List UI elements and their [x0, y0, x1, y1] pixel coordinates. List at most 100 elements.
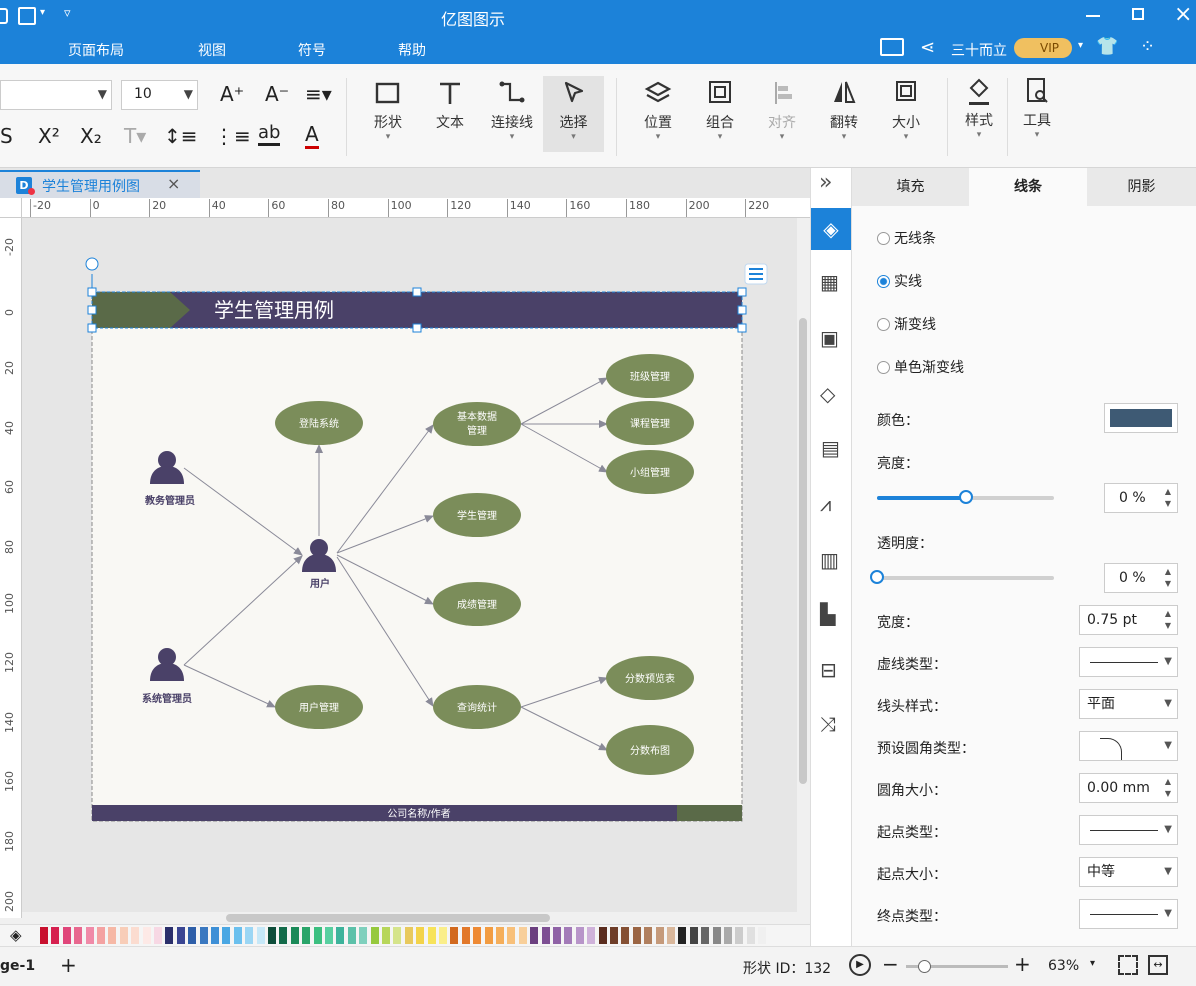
palette-swatch[interactable] [347, 927, 356, 944]
use-case-course[interactable]: 课程管理 [630, 417, 670, 430]
palette-swatch[interactable] [233, 927, 242, 944]
palette-swatch[interactable] [541, 927, 550, 944]
palette-swatch[interactable] [256, 927, 265, 944]
tab-shadow[interactable]: 阴影 [1087, 168, 1196, 206]
float-menu-icon[interactable] [744, 263, 768, 285]
components-icon[interactable]: ▦ [820, 270, 839, 294]
palette-swatch[interactable] [74, 927, 83, 944]
menu-item-page-layout[interactable]: 页面布局 [68, 40, 124, 60]
palette-swatch[interactable] [587, 927, 596, 944]
palette-swatch[interactable] [131, 927, 140, 944]
menu-item-view[interactable]: 视图 [198, 40, 226, 60]
table-icon[interactable]: ▥ [820, 548, 839, 572]
start-size-select[interactable]: 中等 ▼ [1079, 857, 1178, 887]
corner-size-input[interactable]: 0.00 mm ▲ ▼ [1079, 773, 1178, 803]
brightness-slider[interactable] [877, 490, 1054, 504]
fill-style-icon[interactable]: ◈ [811, 208, 851, 250]
palette-swatch[interactable] [598, 927, 607, 944]
palette-swatch[interactable] [450, 927, 459, 944]
zoom-slider[interactable] [906, 960, 1008, 973]
strikethrough-icon[interactable]: S [0, 124, 13, 148]
align-button[interactable]: 对齐 ▾ [757, 78, 807, 142]
subscript-icon[interactable]: X₂ [80, 124, 102, 148]
palette-swatch[interactable] [644, 927, 653, 944]
shuffle-icon[interactable]: ⤨ [820, 712, 836, 736]
apps-icon[interactable]: ⁘ [1140, 36, 1155, 57]
palette-swatch[interactable] [199, 927, 208, 944]
transparency-slider[interactable] [870, 570, 1054, 584]
transparency-handle[interactable] [870, 570, 884, 584]
menu-item-help[interactable]: 帮助 [398, 40, 426, 60]
font-family-select[interactable]: ▼ [0, 80, 112, 110]
palette-swatch[interactable] [416, 927, 425, 944]
end-type-select[interactable]: ▼ [1079, 899, 1178, 929]
fill-bucket-icon[interactable]: ◈ [10, 926, 22, 944]
style-button[interactable]: 样式 ▾ [955, 76, 1003, 140]
palette-swatch[interactable] [621, 927, 630, 944]
tab-fill[interactable]: 填充 [852, 168, 969, 206]
font-size-select[interactable]: 10 ▼ [121, 80, 198, 110]
palette-swatch[interactable] [507, 927, 516, 944]
palette-swatch[interactable] [553, 927, 561, 944]
palette-swatch[interactable] [290, 927, 299, 944]
palette-swatch[interactable] [393, 927, 402, 944]
zoom-out-button[interactable]: − [882, 952, 899, 976]
select-button[interactable]: 选择 ▾ [543, 76, 604, 152]
palette-swatch[interactable] [518, 927, 527, 944]
play-icon[interactable]: ▶ [849, 954, 871, 976]
palette-swatch[interactable] [119, 927, 128, 944]
superscript-icon[interactable]: X² [38, 124, 60, 148]
palette-swatch[interactable] [689, 927, 698, 944]
palette-swatch[interactable] [758, 927, 767, 944]
text-style-icon[interactable]: T▾ [124, 124, 146, 148]
palette-swatch[interactable] [427, 927, 436, 944]
brightness-input[interactable]: 0 % ▲ ▼ [1104, 483, 1178, 513]
image-icon[interactable]: ▣ [820, 326, 839, 350]
use-case-login[interactable]: 登陆系统 [299, 417, 339, 430]
shrink-font-icon[interactable]: A⁻ [265, 82, 289, 106]
add-page-button[interactable]: + [60, 953, 77, 977]
palette-swatch[interactable] [154, 927, 162, 944]
color-palette[interactable]: ◈ [0, 924, 810, 946]
position-button[interactable]: 位置 ▾ [633, 78, 683, 142]
fit-page-icon[interactable] [1118, 955, 1138, 975]
use-case-grade[interactable]: 成绩管理 [457, 598, 497, 611]
share-icon[interactable]: ⋖ [920, 37, 935, 58]
palette-swatch[interactable] [404, 927, 413, 944]
fit-width-icon[interactable]: ↔ [1148, 955, 1168, 975]
radio-gradient-line[interactable]: 渐变线 [877, 314, 936, 334]
palette-swatch[interactable] [142, 927, 151, 944]
font-color-icon[interactable]: A [305, 122, 319, 149]
text-button[interactable]: 文本 [425, 78, 475, 132]
use-case-basic-data[interactable]: 基本数据 [457, 410, 497, 423]
palette-swatch[interactable] [222, 927, 231, 944]
palette-swatch[interactable] [40, 927, 48, 944]
palette-swatch[interactable] [62, 927, 71, 944]
palette-swatch[interactable] [712, 927, 721, 944]
palette-swatch[interactable] [735, 927, 744, 944]
vip-badge[interactable]: VIP [1014, 38, 1072, 58]
palette-swatch[interactable] [176, 927, 185, 944]
palette-swatch[interactable] [211, 927, 219, 944]
use-case-group[interactable]: 小组管理 [630, 466, 670, 479]
brightness-handle[interactable] [958, 490, 973, 504]
horizontal-scrollbar[interactable] [22, 912, 797, 924]
palette-swatch[interactable] [473, 927, 482, 944]
transparency-input[interactable]: 0 % ▲ ▼ [1104, 563, 1178, 593]
palette-swatch[interactable] [97, 927, 105, 944]
palette-swatch[interactable] [655, 927, 664, 944]
group-button[interactable]: 组合 ▾ [695, 78, 745, 142]
palette-swatch[interactable] [188, 927, 197, 944]
palette-swatch[interactable] [325, 927, 333, 944]
start-type-select[interactable]: ▼ [1079, 815, 1178, 845]
palette-swatch[interactable] [496, 927, 504, 944]
shape-button[interactable]: 形状 ▾ [363, 78, 413, 142]
size-button[interactable]: 大小 ▾ [881, 78, 931, 142]
collapse-panel-icon[interactable]: » [819, 170, 832, 195]
radio-mono-gradient[interactable]: 单色渐变线 [877, 357, 964, 377]
drawing-canvas[interactable]: 学生管理用例 公司名称/作者 登陆系统 基本数据 管理 班级管理 课程管理 小组… [22, 218, 797, 912]
cap-style-select[interactable]: 平面 ▼ [1079, 689, 1178, 719]
palette-swatch[interactable] [85, 927, 94, 944]
close-button[interactable]: × [1174, 2, 1192, 27]
diagram-title[interactable]: 学生管理用例 [214, 298, 334, 322]
